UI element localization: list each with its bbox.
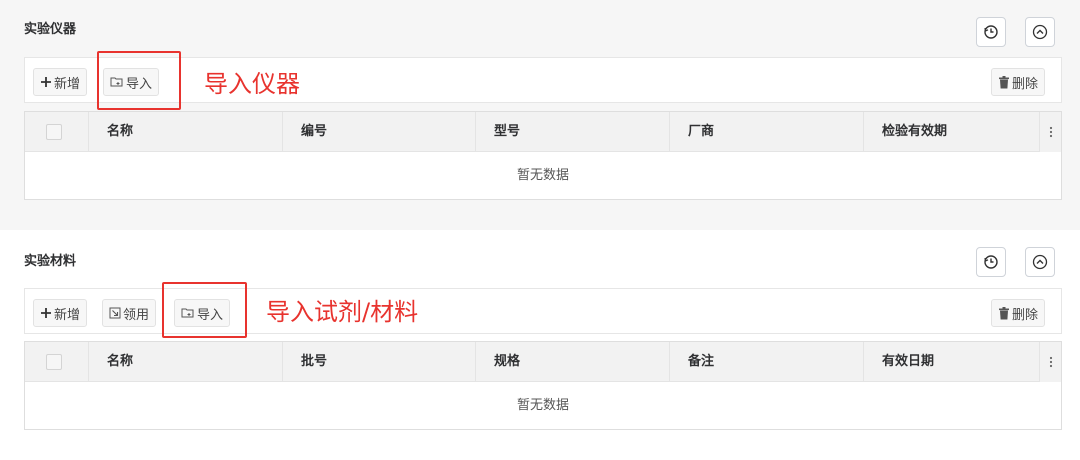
column-menu-button[interactable]: [1039, 342, 1061, 382]
add-label: 新增: [54, 76, 81, 92]
materials-table: 名称 批号 规格 备注 有效日期 暂无数据: [24, 341, 1062, 430]
add-label: 新增: [54, 307, 81, 323]
vertical-dots-icon: [1049, 356, 1052, 368]
import-highlight-box: [162, 282, 247, 338]
chevron-up-circle-icon: [1032, 254, 1048, 270]
column-menu-button[interactable]: [1039, 112, 1061, 152]
chevron-up-circle-icon: [1032, 24, 1048, 40]
column-header[interactable]: 型号: [475, 112, 669, 152]
trash-icon: [998, 306, 1010, 320]
claim-icon: [109, 307, 121, 319]
column-header[interactable]: 规格: [475, 342, 669, 382]
delete-label: 删除: [1012, 76, 1039, 92]
instruments-table: 名称 编号 型号 厂商 检验有效期 暂无数据: [24, 111, 1062, 200]
import-highlight-box: [97, 51, 181, 110]
materials-section: 实验材料 新增 领用 导入 删除 导入试剂/材料 名称 批号 规格 备注 有效日…: [0, 230, 1080, 460]
materials-collapse-button[interactable]: [1025, 247, 1055, 277]
instruments-collapse-button[interactable]: [1025, 17, 1055, 47]
column-header[interactable]: 名称: [88, 342, 282, 382]
plus-icon: [40, 307, 52, 319]
import-materials-callout: 导入试剂/材料: [266, 298, 419, 326]
column-header[interactable]: 备注: [669, 342, 863, 382]
instruments-title: 实验仪器: [24, 22, 77, 37]
materials-history-button[interactable]: [976, 247, 1006, 277]
materials-table-header: 名称 批号 规格 备注 有效日期: [25, 342, 1061, 382]
column-header[interactable]: 有效日期: [863, 342, 1039, 382]
materials-add-button[interactable]: 新增: [33, 299, 88, 327]
select-all-checkbox[interactable]: [46, 354, 62, 370]
instruments-section: 实验仪器 新增 导入 删除 导入仪器 名称 编号 型号 厂商 检验有效期 暂无数…: [0, 0, 1080, 230]
column-header[interactable]: 检验有效期: [863, 112, 1039, 152]
instruments-table-header: 名称 编号 型号 厂商 检验有效期: [25, 112, 1061, 152]
import-instruments-callout: 导入仪器: [204, 70, 300, 98]
empty-state: 暂无数据: [516, 398, 569, 413]
column-header[interactable]: 批号: [282, 342, 475, 382]
column-header[interactable]: 厂商: [669, 112, 863, 152]
materials-title: 实验材料: [24, 254, 77, 269]
delete-label: 删除: [1012, 307, 1039, 323]
empty-state: 暂无数据: [516, 168, 569, 183]
materials-claim-button[interactable]: 领用: [102, 299, 157, 327]
column-header[interactable]: 名称: [88, 112, 282, 152]
vertical-dots-icon: [1049, 126, 1052, 138]
history-icon: [984, 255, 998, 269]
trash-icon: [998, 75, 1010, 89]
history-icon: [984, 25, 998, 39]
instruments-history-button[interactable]: [976, 17, 1006, 47]
plus-icon: [40, 76, 52, 88]
select-all-checkbox[interactable]: [46, 124, 62, 140]
materials-delete-button[interactable]: 删除: [991, 299, 1046, 327]
instruments-add-button[interactable]: 新增: [33, 68, 88, 96]
instruments-delete-button[interactable]: 删除: [991, 68, 1046, 96]
claim-label: 领用: [123, 307, 150, 323]
column-header[interactable]: 编号: [282, 112, 475, 152]
